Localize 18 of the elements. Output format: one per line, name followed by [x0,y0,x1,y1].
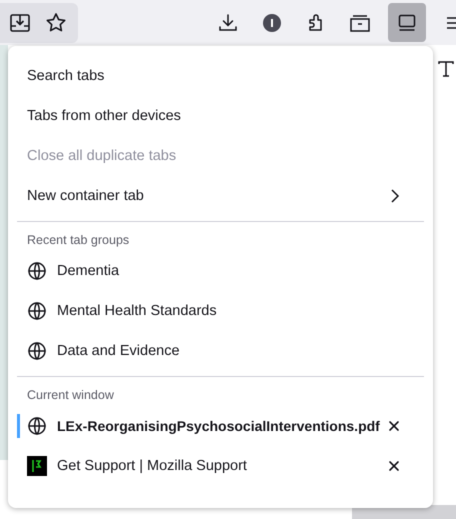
tab-group-item[interactable]: Data and Evidence [17,331,424,371]
sidebar-tabs-icon[interactable] [388,3,426,42]
menu-item[interactable]: Tabs from other devices [17,96,424,136]
tab-group-item[interactable]: Dementia [17,251,424,291]
section-header: Recent tab groups [26,232,130,249]
menu-item[interactable]: New container tab [17,176,424,216]
text-tool-icon [436,59,456,79]
support-icon [27,456,47,476]
tab-group-item[interactable]: Mental Health Standards [17,291,424,331]
tab-item[interactable]: Get Support | Mozilla Support [17,446,424,486]
globe-icon [27,261,47,281]
menu-item[interactable]: Search tabs [17,56,424,96]
tab-item[interactable]: LEx-ReorganisingPsychosocialInterventions.pdf [17,406,424,446]
chevron-icon [390,188,400,204]
globe-icon [27,416,47,436]
globe-icon [27,301,47,321]
section-header: Current window [26,387,115,404]
globe-icon [27,341,47,361]
